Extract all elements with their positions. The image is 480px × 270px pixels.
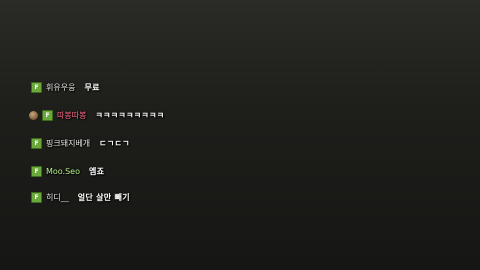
fan-badge-icon: F <box>31 191 42 203</box>
chat-username[interactable]: 따봉따봉 <box>57 110 86 121</box>
chat-message: F 따봉따봉 ㅋㅋㅋㅋㅋㅋㅋㅋㅋ <box>29 108 164 122</box>
chat-message-text: ㄷㄱㄷㄱ <box>99 138 130 148</box>
chat-message: F 휘유우웅 무료 <box>31 80 100 94</box>
fan-badge-icon: F <box>31 137 42 149</box>
chat-username[interactable]: Moo.Seo <box>46 167 80 176</box>
chat-message-text: ㅋㅋㅋㅋㅋㅋㅋㅋㅋ <box>95 110 165 120</box>
chat-username[interactable]: 핑크돼지베개 <box>46 138 90 149</box>
chat-message: F Moo.Seo 엠죠 <box>31 164 104 178</box>
fan-badge-icon: F <box>31 81 42 93</box>
chat-username[interactable]: 히디__ <box>46 192 69 203</box>
chat-message: F 핑크돼지베개 ㄷㄱㄷㄱ <box>31 136 130 150</box>
chat-message-text: 무료 <box>84 82 100 92</box>
chat-username[interactable]: 휘유우웅 <box>46 82 75 93</box>
fan-badge-icon: F <box>31 165 42 177</box>
user-avatar-icon <box>29 110 38 120</box>
fan-badge-icon: F <box>42 109 53 121</box>
chat-message-text: 엠죠 <box>89 166 105 176</box>
chat-message-text: 얼단 살만 빼기 <box>77 192 130 202</box>
stream-chat-screen: { "chat": { "messages": [ { "badge": "F"… <box>0 0 480 270</box>
chat-message: F 히디__ 얼단 살만 빼기 <box>31 190 130 204</box>
